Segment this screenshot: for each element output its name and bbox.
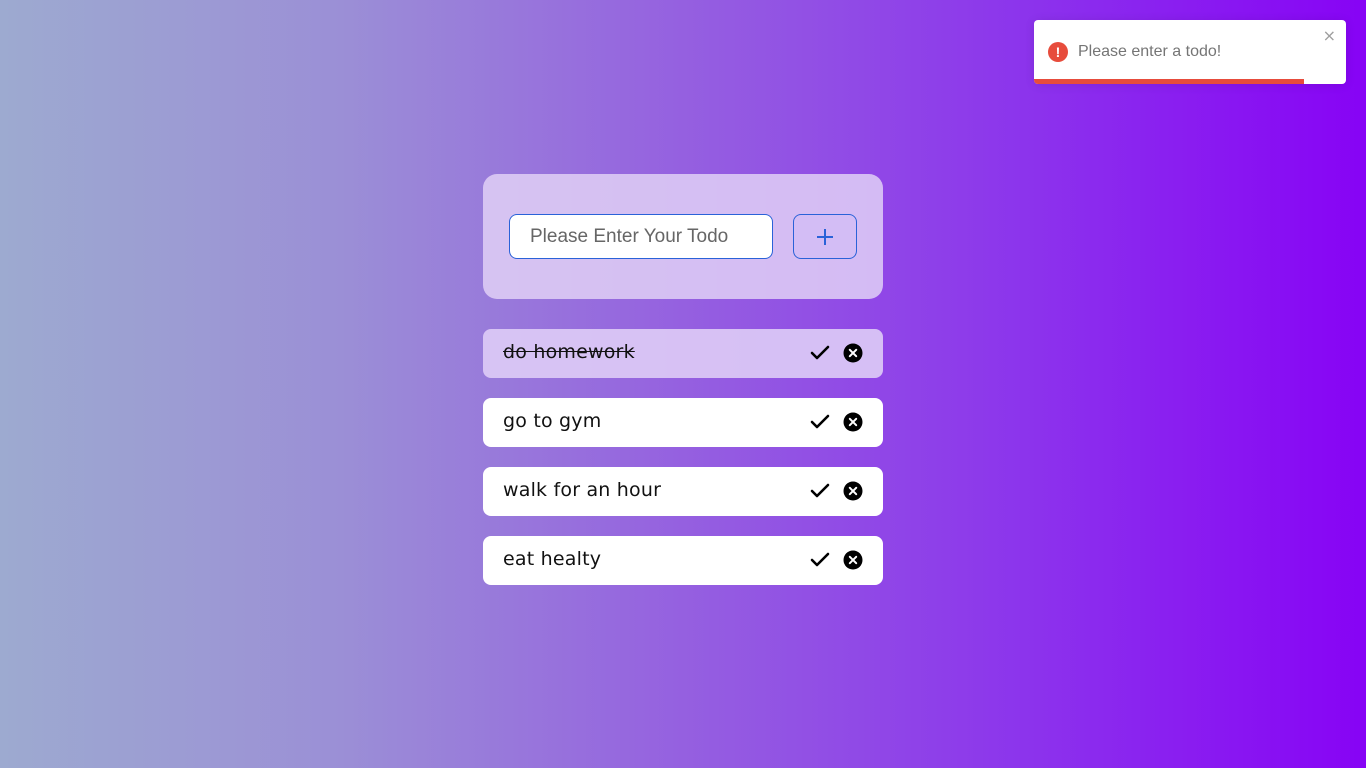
complete-button[interactable] — [809, 412, 831, 432]
complete-button[interactable] — [809, 481, 831, 501]
close-circle-icon — [843, 343, 863, 363]
add-todo-button[interactable] — [793, 214, 857, 259]
todo-text: walk for an hour — [503, 479, 662, 501]
todo-item: walk for an hour — [483, 467, 883, 516]
complete-button[interactable] — [809, 343, 831, 363]
close-circle-icon — [843, 550, 863, 570]
close-icon[interactable]: × — [1323, 28, 1336, 44]
todo-list: do homework go to gym walk for an hour e… — [483, 329, 883, 605]
todo-text: do homework — [503, 341, 635, 363]
todo-input[interactable] — [509, 214, 773, 259]
todo-item: do homework — [483, 329, 883, 378]
todo-form — [483, 174, 883, 299]
toast-progress-bar — [1034, 79, 1304, 84]
delete-button[interactable] — [843, 481, 863, 501]
checkmark-icon — [810, 414, 830, 429]
delete-button[interactable] — [843, 412, 863, 432]
delete-button[interactable] — [843, 343, 863, 363]
close-circle-icon — [843, 412, 863, 432]
checkmark-icon — [810, 483, 830, 498]
todo-item: go to gym — [483, 398, 883, 447]
todo-item: eat healty — [483, 536, 883, 585]
toast-message: Please enter a todo! — [1078, 43, 1222, 60]
complete-button[interactable] — [809, 550, 831, 570]
checkmark-icon — [810, 345, 830, 360]
close-circle-icon — [843, 481, 863, 501]
error-icon: ! — [1048, 42, 1068, 62]
checkmark-icon — [810, 552, 830, 567]
todo-text: eat healty — [503, 548, 602, 570]
plus-icon — [817, 228, 833, 245]
delete-button[interactable] — [843, 550, 863, 570]
todo-text: go to gym — [503, 410, 602, 432]
error-toast: ! Please enter a todo! × — [1034, 20, 1346, 84]
